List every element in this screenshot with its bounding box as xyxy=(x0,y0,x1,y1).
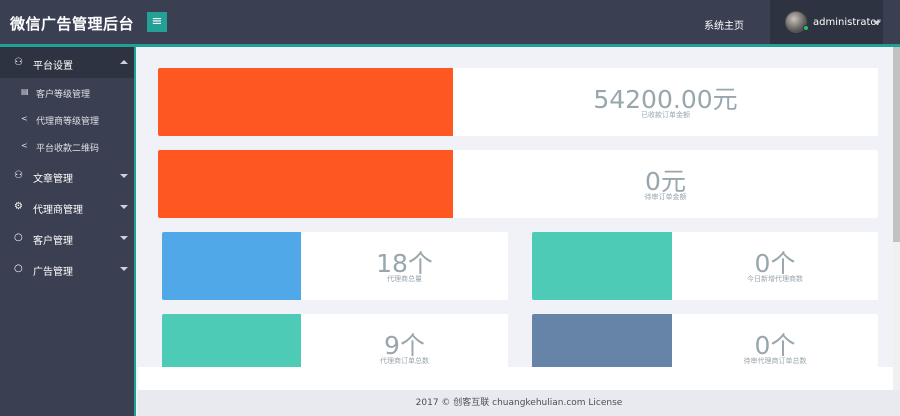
sitemap-icon: ⚇ xyxy=(14,170,23,181)
sidebar-item-label: 客户管理 xyxy=(33,236,73,247)
cogs-icon: ⚙ xyxy=(14,201,23,212)
sidebar-item-label: 广告管理 xyxy=(33,267,73,278)
sidebar-item-platform-settings[interactable]: ⚇ 平台设置 xyxy=(0,47,134,78)
stat-card-agent-total: 18个 代理商总量 xyxy=(162,232,508,300)
top-navbar: 微信广告管理后台 ≡ 系统主页 administrator xyxy=(0,0,900,47)
sidebar-subitem-agent-levels[interactable]: < 代理商等级管理 xyxy=(0,106,134,133)
username[interactable]: administrator xyxy=(813,17,881,28)
stat-card-pending-amount: 0元 待审订单金额 xyxy=(158,150,878,218)
sidebar-subitem-payment-qrcode[interactable]: < 平台收款二维码 xyxy=(0,133,134,160)
chevron-down-icon xyxy=(120,267,128,271)
app-title: 微信广告管理后台 xyxy=(10,15,135,33)
chevron-down-icon[interactable] xyxy=(873,21,881,25)
dashboard-content: 54200.00元 已收款订单金额 0元 待审订单金额 18个 代理商总量 0个… xyxy=(138,47,893,390)
chevron-up-icon xyxy=(120,60,128,64)
chevron-down-icon xyxy=(120,205,128,209)
system-home-link[interactable]: 系统主页 xyxy=(704,17,744,32)
online-status-dot xyxy=(803,25,809,31)
scrollbar-thumb[interactable] xyxy=(893,47,900,242)
content-scrollbar[interactable] xyxy=(893,47,900,390)
stat-label: 代理商总量 xyxy=(387,275,422,283)
share-icon: < xyxy=(21,114,28,123)
sidebar-item-label: 文章管理 xyxy=(33,174,73,185)
user-menu[interactable]: administrator xyxy=(770,0,883,47)
share-icon: < xyxy=(21,141,28,150)
stat-color-block xyxy=(158,68,453,136)
sitemap-icon: ⚇ xyxy=(14,57,23,68)
stat-color-block xyxy=(532,232,672,300)
sidebar-item-articles[interactable]: ⚇ 文章管理 xyxy=(0,160,134,191)
list-icon: ▤ xyxy=(21,87,29,96)
sidebar-subitem-label: 代理商等级管理 xyxy=(36,117,100,127)
stat-label: 今日新增代理商数 xyxy=(747,275,803,283)
sidebar: ⚇ 平台设置 ▤ 客户等级管理 < 代理商等级管理 < 平台收款二维码 ⚇ 文章… xyxy=(0,47,136,416)
stat-label: 待审订单金额 xyxy=(644,193,687,201)
stat-color-block xyxy=(158,150,453,218)
sidebar-item-ads[interactable]: ○ 广告管理 xyxy=(0,253,134,284)
refresh-icon: ○ xyxy=(14,263,23,274)
chevron-down-icon xyxy=(120,236,128,240)
sidebar-item-agents[interactable]: ⚙ 代理商管理 xyxy=(0,191,134,222)
content-bottom-strip xyxy=(138,367,893,390)
sidebar-subitem-label: 平台收款二维码 xyxy=(36,144,100,154)
stat-label: 代理商订单总数 xyxy=(380,357,429,365)
sidebar-subitem-customer-levels[interactable]: ▤ 客户等级管理 xyxy=(0,79,134,106)
sidebar-item-label: 平台设置 xyxy=(33,61,73,72)
menu-toggle-button[interactable]: ≡ xyxy=(147,12,167,32)
stat-color-block xyxy=(162,232,301,300)
chevron-down-icon xyxy=(120,174,128,178)
sidebar-item-label: 代理商管理 xyxy=(33,205,83,216)
stat-label: 待审代理商订单总数 xyxy=(743,357,807,365)
stat-label: 已收款订单金额 xyxy=(641,111,690,119)
refresh-icon: ○ xyxy=(14,232,23,243)
sidebar-item-customers[interactable]: ○ 客户管理 xyxy=(0,222,134,253)
sidebar-subitem-label: 客户等级管理 xyxy=(36,90,91,100)
stat-card-received-amount: 54200.00元 已收款订单金额 xyxy=(158,68,878,136)
stat-card-new-agents-today: 0个 今日新增代理商数 xyxy=(532,232,878,300)
footer: 2017 © 创客互联 chuangkehulian.com License xyxy=(138,390,900,416)
